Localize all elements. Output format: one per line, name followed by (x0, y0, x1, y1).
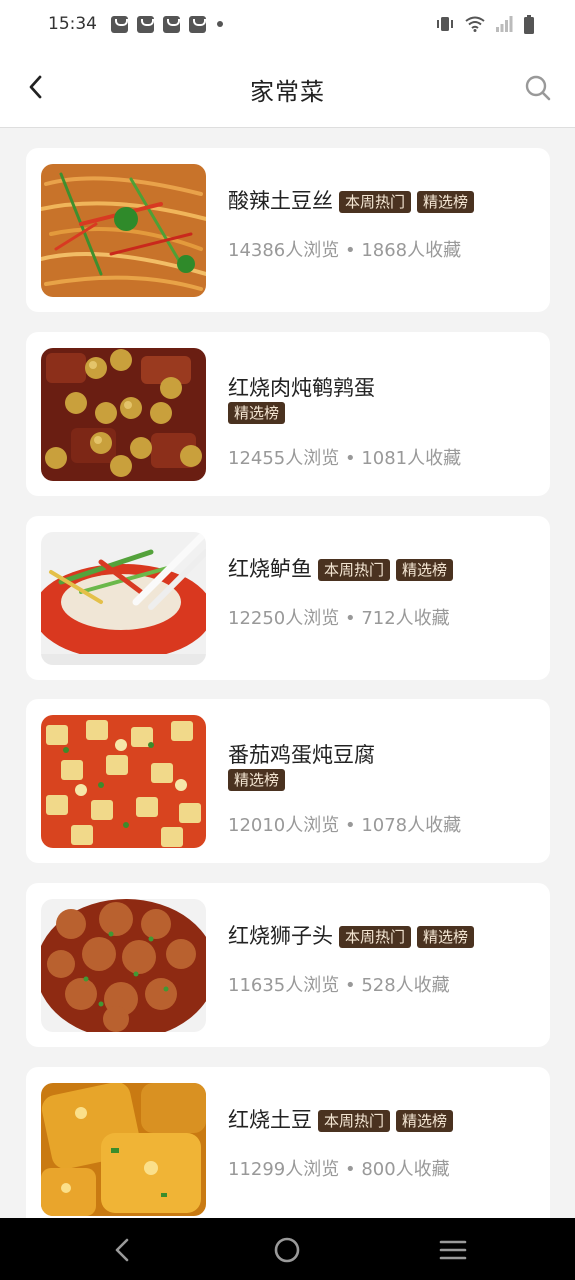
recipe-title-row: 酸辣土豆丝 本周热门 精选榜 (228, 185, 475, 215)
recipe-card[interactable]: 红烧鲈鱼 本周热门 精选榜 12250人浏览 • 712人收藏 (26, 516, 550, 680)
search-icon[interactable] (523, 73, 553, 103)
menu-icon[interactable] (438, 1235, 468, 1265)
tag-featured: 精选榜 (417, 926, 475, 948)
notification-bag-icon (111, 15, 128, 33)
status-bar: 15:34 (0, 0, 575, 48)
tag-weekly-hot: 本周热门 (318, 1110, 391, 1132)
tag-group: 本周热门 精选榜 (339, 926, 475, 948)
recipe-image (41, 899, 206, 1032)
tag-featured: 精选榜 (396, 559, 454, 581)
recipe-card[interactable]: 红烧土豆 本周热门 精选榜 11299人浏览 • 800人收藏 (26, 1067, 550, 1231)
recipe-stats: 12455人浏览 • 1081人收藏 (228, 448, 462, 469)
recipe-name: 酸辣土豆丝 (228, 189, 333, 213)
wifi-icon (465, 16, 485, 32)
circle-home-icon[interactable] (272, 1235, 302, 1265)
tag-group: 本周热门 精选榜 (318, 1110, 454, 1132)
recipe-card[interactable]: 红烧肉炖鹌鹑蛋 精选榜 12455人浏览 • 1081人收藏 (26, 332, 550, 496)
recipe-stats: 14386人浏览 • 1868人收藏 (228, 240, 462, 261)
recipe-stats: 11299人浏览 • 800人收藏 (228, 1159, 450, 1180)
triangle-back-icon[interactable] (107, 1235, 137, 1265)
recipe-stats: 12250人浏览 • 712人收藏 (228, 608, 450, 629)
tag-weekly-hot: 本周热门 (318, 559, 391, 581)
tag-group: 本周热门 精选榜 (318, 559, 454, 581)
recipe-title-row: 红烧狮子头 本周热门 精选榜 (228, 920, 475, 950)
recipe-name: 红烧土豆 (228, 1108, 312, 1132)
recipe-card[interactable]: 酸辣土豆丝 本周热门 精选榜 14386人浏览 • 1868人收藏 (26, 148, 550, 312)
signal-icon (496, 16, 513, 32)
system-nav-bar (0, 1218, 575, 1280)
vibrate-icon (437, 17, 453, 31)
recipe-name: 红烧鲈鱼 (228, 557, 312, 581)
tag-group: 精选榜 (228, 402, 286, 424)
recipe-name: 红烧狮子头 (228, 924, 333, 948)
recipe-stats: 12010人浏览 • 1078人收藏 (228, 815, 462, 836)
recipe-title-row: 红烧土豆 本周热门 精选榜 (228, 1104, 454, 1134)
recipe-card[interactable]: 番茄鸡蛋炖豆腐 精选榜 12010人浏览 • 1078人收藏 (26, 699, 550, 863)
recipe-title-row: 红烧鲈鱼 本周热门 精选榜 (228, 553, 454, 583)
status-time: 15:34 (48, 14, 97, 34)
notification-bag-icon (163, 15, 180, 33)
tag-featured: 精选榜 (228, 402, 286, 424)
tag-group: 精选榜 (228, 769, 286, 791)
notification-bag-icon (137, 15, 154, 33)
page-title: 家常菜 (250, 78, 325, 106)
tag-featured: 精选榜 (396, 1110, 454, 1132)
recipe-card[interactable]: 红烧狮子头 本周热门 精选榜 11635人浏览 • 528人收藏 (26, 883, 550, 1047)
tag-featured: 精选榜 (228, 769, 286, 791)
tag-group: 本周热门 精选榜 (339, 191, 475, 213)
recipe-name: 红烧肉炖鹌鹑蛋 (228, 376, 375, 400)
recipe-image (41, 164, 206, 297)
status-icons (435, 14, 535, 34)
tag-weekly-hot: 本周热门 (339, 926, 412, 948)
recipe-image (41, 1083, 206, 1216)
tag-featured: 精选榜 (417, 191, 475, 213)
tag-weekly-hot: 本周热门 (339, 191, 412, 213)
battery-icon (524, 14, 534, 34)
recipe-stats: 11635人浏览 • 528人收藏 (228, 975, 450, 996)
notification-bag-icon (189, 15, 206, 33)
recipe-image (41, 348, 206, 481)
recipe-image (41, 532, 206, 665)
more-notifications-dot-icon (217, 21, 223, 27)
app-header: 家常菜 (0, 48, 575, 128)
recipe-name: 番茄鸡蛋炖豆腐 (228, 743, 375, 767)
recipe-image (41, 715, 206, 848)
